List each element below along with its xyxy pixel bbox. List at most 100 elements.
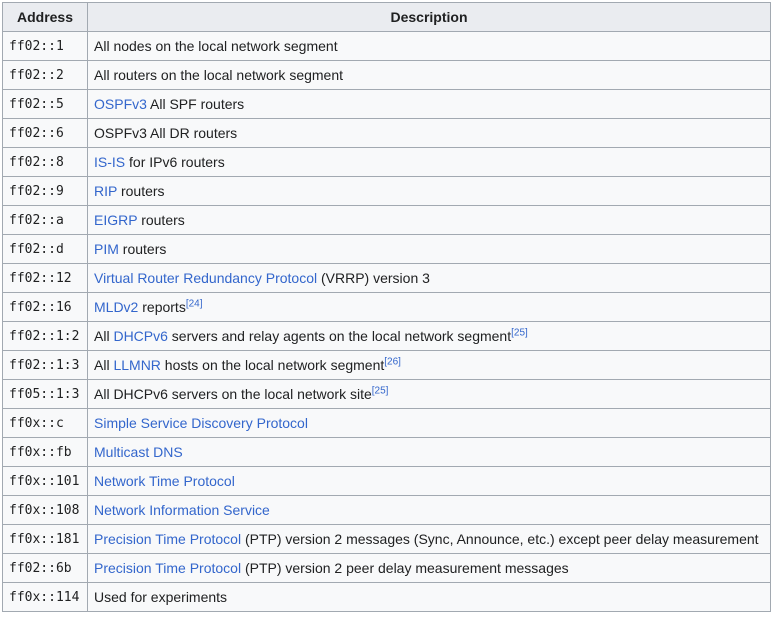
table-row: ff0x::114 Used for experiments xyxy=(2,582,771,612)
description-text: servers and relay agents on the local ne… xyxy=(167,328,512,344)
address-cell: ff0x::c xyxy=(2,408,88,438)
description-cell: OSPFv3 All DR routers xyxy=(87,118,771,148)
citation-link[interactable]: [25] xyxy=(372,385,389,396)
citation-link[interactable]: [25] xyxy=(511,327,528,338)
description-text: All routers on the local network segment xyxy=(94,67,344,83)
table-row: ff02::6b Precision Time Protocol (PTP) ve… xyxy=(2,553,771,583)
description-link[interactable]: Simple Service Discovery Protocol xyxy=(94,415,308,431)
address-cell: ff02::8 xyxy=(2,147,88,177)
citation-link[interactable]: [26] xyxy=(384,356,401,367)
table-row: ff02::6 OSPFv3 All DR routers xyxy=(2,118,771,148)
table-row: ff0x::c Simple Service Discovery Protocol xyxy=(2,408,771,438)
address-cell: ff02::9 xyxy=(2,176,88,206)
description-text: routers xyxy=(137,212,185,228)
table-row: ff02::1:2 All DHCPv6 servers and relay ag… xyxy=(2,321,771,351)
table-body: ff02::1 All nodes on the local network se… xyxy=(2,31,771,612)
description-link[interactable]: Precision Time Protocol xyxy=(94,531,241,547)
address-column-header[interactable]: Address xyxy=(2,2,88,32)
table-row: ff02::5 OSPFv3 All SPF routers xyxy=(2,89,771,119)
table-row: ff0x::fb Multicast DNS xyxy=(2,437,771,467)
description-cell: EIGRP routers xyxy=(87,205,771,235)
description-text: for IPv6 routers xyxy=(125,154,225,170)
description-text: Used for experiments xyxy=(94,589,228,605)
description-cell: Multicast DNS xyxy=(87,437,771,467)
table-row: ff02::d PIM routers xyxy=(2,234,771,264)
address-cell: ff02::6b xyxy=(2,553,88,583)
table-row: ff05::1:3 All DHCPv6 servers on the local… xyxy=(2,379,771,409)
description-cell: All routers on the local network segment xyxy=(87,60,771,90)
description-text: All xyxy=(94,328,114,344)
description-link[interactable]: Virtual Router Redundancy Protocol xyxy=(94,270,317,286)
description-column-header[interactable]: Description xyxy=(87,2,771,32)
address-cell: ff0x::fb xyxy=(2,437,88,467)
description-link[interactable]: Network Time Protocol xyxy=(94,473,235,489)
description-text: hosts on the local network segment xyxy=(160,357,385,373)
address-cell: ff02::5 xyxy=(2,89,88,119)
address-cell: ff02::2 xyxy=(2,60,88,90)
table-row: ff02::16 MLDv2 reports[24] xyxy=(2,292,771,322)
description-cell: All nodes on the local network segment xyxy=(87,31,771,61)
description-link[interactable]: Network Information Service xyxy=(94,502,270,518)
description-cell: OSPFv3 All SPF routers xyxy=(87,89,771,119)
description-text: (PTP) version 2 peer delay measurement m… xyxy=(241,560,569,576)
description-link[interactable]: MLDv2 xyxy=(94,299,138,315)
table-row: ff0x::108 Network Information Service xyxy=(2,495,771,525)
description-cell: All DHCPv6 servers on the local network … xyxy=(87,379,771,409)
description-text: (PTP) version 2 messages (Sync, Announce… xyxy=(241,531,759,547)
address-cell: ff0x::108 xyxy=(2,495,88,525)
description-cell: Network Information Service xyxy=(87,495,771,525)
address-cell: ff02::a xyxy=(2,205,88,235)
description-text: reports xyxy=(138,299,186,315)
table-row: ff02::1:3 All LLMNR hosts on the local ne… xyxy=(2,350,771,380)
address-cell: ff0x::181 xyxy=(2,524,88,554)
description-cell: RIP routers xyxy=(87,176,771,206)
description-text: All SPF routers xyxy=(146,96,245,112)
address-cell: ff0x::114 xyxy=(2,582,88,612)
description-link[interactable]: LLMNR xyxy=(113,357,160,373)
description-cell: Precision Time Protocol (PTP) version 2 … xyxy=(87,524,771,554)
address-cell: ff02::1:3 xyxy=(2,350,88,380)
description-cell: Virtual Router Redundancy Protocol (VRRP… xyxy=(87,263,771,293)
description-cell: IS-IS for IPv6 routers xyxy=(87,147,771,177)
description-text: (VRRP) version 3 xyxy=(317,270,430,286)
header-row: Address Description xyxy=(2,2,771,32)
description-cell: MLDv2 reports[24] xyxy=(87,292,771,322)
table-row: ff0x::181 Precision Time Protocol (PTP) v… xyxy=(2,524,771,554)
table-row: ff02::9 RIP routers xyxy=(2,176,771,206)
description-text: All DHCPv6 servers on the local network … xyxy=(94,386,372,402)
description-text: All xyxy=(94,357,114,373)
address-cell: ff02::1 xyxy=(2,31,88,61)
citation-link[interactable]: [24] xyxy=(186,298,203,309)
table-row: ff0x::101 Network Time Protocol xyxy=(2,466,771,496)
address-cell: ff02::d xyxy=(2,234,88,264)
description-link[interactable]: PIM xyxy=(94,241,119,257)
address-cell: ff02::6 xyxy=(2,118,88,148)
table-row: ff02::8 IS-IS for IPv6 routers xyxy=(2,147,771,177)
description-link[interactable]: IS-IS xyxy=(94,154,125,170)
description-cell: Precision Time Protocol (PTP) version 2 … xyxy=(87,553,771,583)
address-cell: ff02::16 xyxy=(2,292,88,322)
description-cell: Simple Service Discovery Protocol xyxy=(87,408,771,438)
description-link[interactable]: EIGRP xyxy=(94,212,137,228)
description-link[interactable]: OSPFv3 xyxy=(94,96,147,112)
multicast-address-table: Address Description ff02::1 All nodes on … xyxy=(2,2,771,612)
table-row: ff02::1 All nodes on the local network se… xyxy=(2,31,771,61)
description-text: routers xyxy=(118,241,167,257)
description-cell: Network Time Protocol xyxy=(87,466,771,496)
description-link[interactable]: Precision Time Protocol xyxy=(94,560,241,576)
description-cell: All LLMNR hosts on the local network seg… xyxy=(87,350,771,380)
description-link[interactable]: RIP xyxy=(94,183,117,199)
address-cell: ff02::1:2 xyxy=(2,321,88,351)
description-text: All nodes on the local network segment xyxy=(94,38,338,54)
description-link[interactable]: Multicast DNS xyxy=(94,444,183,460)
table-row: ff02::2 All routers on the local network … xyxy=(2,60,771,90)
description-text: routers xyxy=(117,183,165,199)
description-cell: PIM routers xyxy=(87,234,771,264)
address-cell: ff02::12 xyxy=(2,263,88,293)
description-text: OSPFv3 All DR routers xyxy=(94,125,238,141)
description-cell: All DHCPv6 servers and relay agents on t… xyxy=(87,321,771,351)
table-row: ff02::a EIGRP routers xyxy=(2,205,771,235)
address-cell: ff05::1:3 xyxy=(2,379,88,409)
description-link[interactable]: DHCPv6 xyxy=(113,328,167,344)
address-cell: ff0x::101 xyxy=(2,466,88,496)
